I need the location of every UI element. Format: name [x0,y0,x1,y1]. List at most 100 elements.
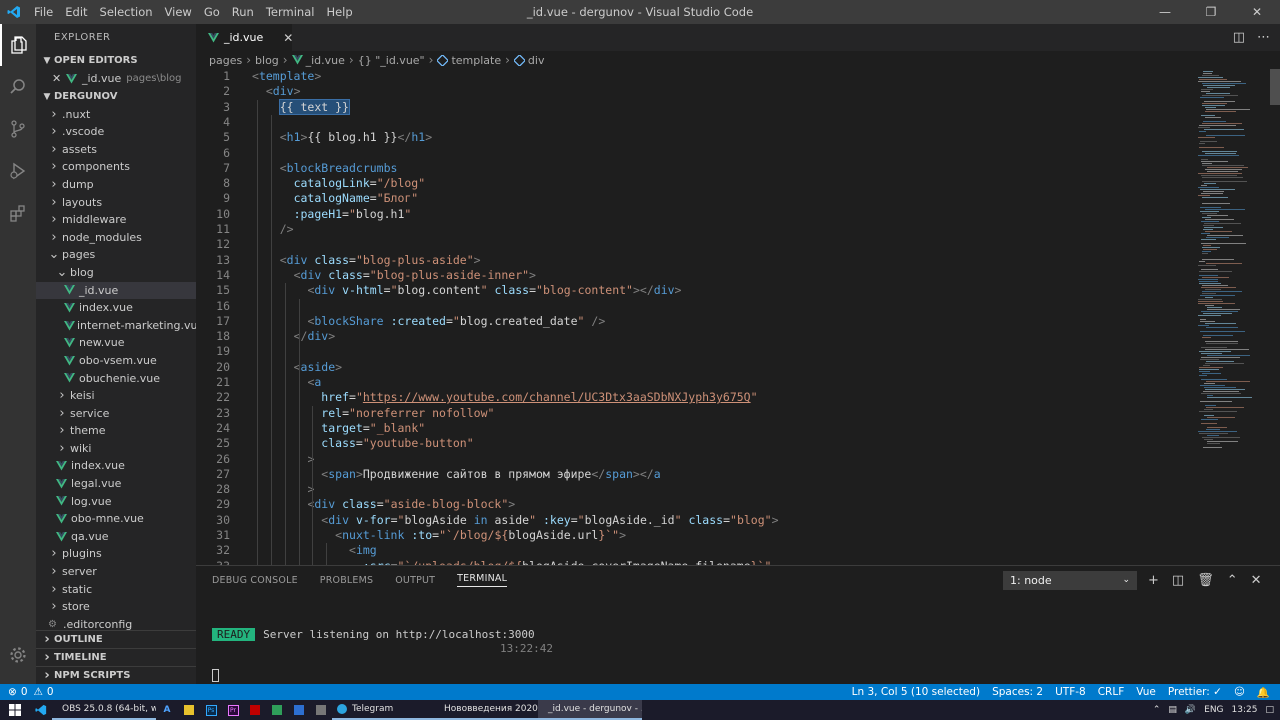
keyboard-language[interactable]: ENG [1204,705,1223,715]
terminal-cursor[interactable] [212,669,219,682]
cursor-position[interactable]: Ln 3, Col 5 (10 selected) [852,686,980,698]
vscode-taskbar-icon[interactable] [30,700,52,720]
menu-item-edit[interactable]: Edit [59,0,93,24]
menu-item-view[interactable]: View [159,0,198,24]
tray-chevron-icon[interactable]: ⌃ [1153,705,1161,715]
code-line[interactable]: 12 [196,237,1196,252]
code-line[interactable]: 31 <nuxt-link :to="`/blog/${blogAside.url… [196,528,1196,543]
folder-item[interactable]: › components [36,158,196,176]
menu-item-file[interactable]: File [28,0,59,24]
code-line[interactable]: 1 <template> [196,69,1196,84]
code-line[interactable]: 9 catalogName="Блог" [196,191,1196,206]
problems-indicator[interactable]: ⊗ 0 ⚠ 0 [8,684,54,700]
folder-item[interactable]: › assets [36,141,196,159]
menu-item-help[interactable]: Help [320,0,358,24]
panel-tab-output[interactable]: OUTPUT [395,575,435,586]
code-line[interactable]: 7 <blockBreadcrumbs [196,161,1196,176]
app-icon-blue[interactable] [288,700,310,720]
premiere-icon[interactable]: Pr [222,700,244,720]
chevron-up-icon[interactable]: ⌃ [1227,573,1238,588]
minimize-icon[interactable]: — [1142,0,1188,24]
folder-item[interactable]: › dump [36,176,196,194]
close-icon[interactable]: ✕ [1234,0,1280,24]
panel-tab-debug-console[interactable]: DEBUG CONSOLE [212,575,298,586]
task-telegram[interactable]: Telegram [332,700,434,720]
file-item[interactable]: legal.vue [36,475,196,493]
code-line[interactable]: 6 [196,146,1196,161]
code-line[interactable]: 14 <div class="blog-plus-aside-inner"> [196,268,1196,283]
maximize-icon[interactable]: ❐ [1188,0,1234,24]
breadcrumb-item[interactable]: {} "_id.vue" [358,54,425,67]
section-npm-scripts[interactable]: › NPM SCRIPTS [36,666,196,684]
search-icon[interactable] [0,66,36,108]
encoding[interactable]: UTF-8 [1055,686,1086,698]
app-icon-green[interactable] [266,700,288,720]
volume-icon[interactable]: 🔊 [1185,705,1196,715]
code-line[interactable]: 22 href="https://www.youtube.com/channel/… [196,390,1196,405]
breadcrumb-item[interactable]: pages [209,54,242,67]
code-line[interactable]: 21 <a [196,375,1196,390]
tab-id-vue[interactable]: _id.vue ✕ [196,24,293,51]
app-icon-a[interactable]: A [156,700,178,720]
extensions-icon[interactable] [0,192,36,234]
folder-item[interactable]: › store [36,598,196,616]
app-icon-sticky[interactable] [178,700,200,720]
folder-item[interactable]: › theme [36,422,196,440]
code-line[interactable]: 25 class="youtube-button" [196,436,1196,451]
code-line[interactable]: 23 rel="noreferrer nofollow" [196,406,1196,421]
file-item[interactable]: index.vue [36,457,196,475]
open-editor-item[interactable]: ✕ _id.vue pages\blog [36,70,196,88]
file-item[interactable]: internet-marketing.vue [36,317,196,335]
code-line[interactable]: 27 <span>Продвижение сайтов в прямом эфир… [196,467,1196,482]
code-line[interactable]: 17 <blockShare :created="blog.created_dat… [196,314,1196,329]
editor-scrollbar[interactable] [1270,69,1280,565]
menu-item-go[interactable]: Go [198,0,226,24]
project-section[interactable]: ▼ DERGUNOV [36,88,196,106]
file-item[interactable]: qa.vue [36,528,196,546]
breadcrumb-item[interactable]: blog [255,54,279,67]
code-line[interactable]: 18 </div> [196,329,1196,344]
task-chrome[interactable]: Нововведения 2020 ... [434,700,538,720]
code-line[interactable]: 30 <div v-for="blogAside in aside" :key="… [196,513,1196,528]
file-item[interactable]: obo-mne.vue [36,510,196,528]
folder-item[interactable]: › static [36,581,196,599]
menu-item-run[interactable]: Run [226,0,260,24]
file-item[interactable]: obo-vsem.vue [36,352,196,370]
code-line[interactable]: 16 [196,299,1196,314]
folder-item[interactable]: ⌄ pages [36,246,196,264]
new-terminal-icon[interactable]: + [1148,573,1159,588]
run-debug-icon[interactable] [0,150,36,192]
split-terminal-icon[interactable]: ◫ [1172,573,1184,588]
filezilla-icon[interactable] [244,700,266,720]
clock[interactable]: 13:25 [1232,705,1258,715]
code-line[interactable]: 2 <div> [196,84,1196,99]
folder-item[interactable]: › keisi [36,387,196,405]
scrollbar-thumb[interactable] [1270,69,1280,105]
folder-item[interactable]: › service [36,405,196,423]
panel-tab-problems[interactable]: PROBLEMS [320,575,373,586]
split-editor-icon[interactable]: ◫ [1233,30,1245,45]
folder-item[interactable]: › .nuxt [36,106,196,124]
bell-icon[interactable]: 🔔 [1257,686,1270,699]
code-line[interactable]: 8 catalogLink="/blog" [196,176,1196,191]
panel-tab-terminal[interactable]: TERMINAL [457,573,508,587]
language-mode[interactable]: Vue [1136,686,1156,698]
photoshop-icon[interactable]: Ps [200,700,222,720]
explorer-icon[interactable] [0,24,36,66]
menu-item-selection[interactable]: Selection [94,0,159,24]
network-icon[interactable]: ▤ [1168,705,1177,715]
code-line[interactable]: 4 [196,115,1196,130]
folder-item[interactable]: › middleware [36,211,196,229]
notifications-icon[interactable]: □ [1265,705,1274,715]
code-line[interactable]: 26 > [196,452,1196,467]
code-line[interactable]: 10:pageH1="blog.h1" [196,207,1196,222]
code-line[interactable]: 19 [196,344,1196,359]
code-line[interactable]: 5 <h1>{{ blog.h1 }}</h1> [196,130,1196,145]
code-line[interactable]: 24 target="_blank" [196,421,1196,436]
code-line[interactable]: 28 > [196,482,1196,497]
close-panel-icon[interactable]: ✕ [1251,573,1262,588]
folder-item[interactable]: › layouts [36,194,196,212]
breadcrumb-item[interactable]: div [528,54,545,67]
code-line[interactable]: 13 <div class="blog-plus-aside"> [196,253,1196,268]
section-outline[interactable]: › OUTLINE [36,630,196,648]
